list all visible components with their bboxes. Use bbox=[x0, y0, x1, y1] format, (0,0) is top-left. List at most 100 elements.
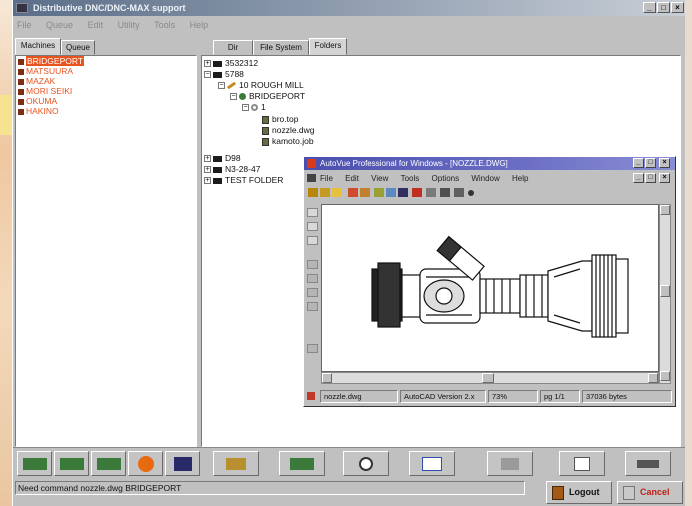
tab-machines[interactable]: Machines bbox=[15, 38, 61, 55]
tree-node[interactable]: kamoto.job bbox=[262, 136, 314, 147]
zoom-window-icon[interactable] bbox=[307, 288, 318, 297]
autovue-menu-options[interactable]: Options bbox=[432, 174, 460, 183]
tab-file-system[interactable]: File System bbox=[253, 40, 309, 55]
scroll-right-button[interactable] bbox=[648, 373, 658, 383]
expand-icon[interactable]: + bbox=[204, 60, 211, 68]
autovue-menu-tools[interactable]: Tools bbox=[401, 174, 420, 183]
close-button[interactable]: × bbox=[671, 2, 684, 13]
menu-queue[interactable]: Queue bbox=[46, 20, 73, 30]
list-item[interactable]: BRIDGEPORT bbox=[16, 56, 196, 66]
tree-node[interactable]: −1 bbox=[242, 102, 266, 113]
tree-node[interactable]: −5788 bbox=[204, 69, 244, 80]
tree-node[interactable]: + TEST FOLDER bbox=[204, 175, 283, 186]
copy-icon[interactable] bbox=[386, 188, 396, 197]
collapse-icon[interactable]: − bbox=[230, 93, 237, 101]
measure-icon[interactable] bbox=[307, 344, 318, 353]
doc-close-button[interactable]: × bbox=[659, 173, 670, 183]
list-item[interactable]: MATSUURA bbox=[16, 66, 196, 76]
scroll-left-button[interactable] bbox=[322, 373, 332, 383]
autovue-menu-view[interactable]: View bbox=[371, 174, 388, 183]
notes-button[interactable] bbox=[559, 451, 605, 476]
tree-node[interactable]: +3532312 bbox=[204, 58, 258, 69]
bottom-toolbar bbox=[13, 447, 685, 478]
scroll-down-button[interactable] bbox=[660, 371, 670, 381]
autovue-menu-help[interactable]: Help bbox=[512, 174, 528, 183]
tab-dir[interactable]: Dir bbox=[213, 40, 253, 55]
view-button[interactable] bbox=[343, 451, 389, 476]
tab-queue[interactable]: Queue bbox=[61, 40, 95, 55]
receive-from-machine-button[interactable] bbox=[54, 451, 89, 476]
drawing-canvas[interactable] bbox=[321, 204, 659, 372]
minimize-button[interactable]: _ bbox=[643, 2, 656, 13]
transfer-button[interactable] bbox=[279, 451, 325, 476]
tab-folders[interactable]: Folders bbox=[309, 38, 347, 55]
zoom-box-icon[interactable] bbox=[307, 302, 318, 311]
open-icon[interactable] bbox=[308, 188, 318, 197]
send-to-machine-button[interactable] bbox=[17, 451, 52, 476]
menu-file[interactable]: File bbox=[17, 20, 32, 30]
delete-icon[interactable] bbox=[398, 188, 408, 197]
zoom-icon[interactable] bbox=[348, 188, 358, 197]
expand-icon[interactable]: + bbox=[204, 155, 211, 163]
list-item[interactable]: HAKINO bbox=[16, 106, 196, 116]
cancel-button[interactable]: Cancel bbox=[617, 481, 683, 504]
autovue-menu-window[interactable]: Window bbox=[471, 174, 499, 183]
properties-icon[interactable] bbox=[454, 188, 464, 197]
scroll-thumb[interactable] bbox=[660, 285, 670, 297]
collapse-icon[interactable]: − bbox=[204, 71, 211, 79]
list-item[interactable]: MORI SEIKI bbox=[16, 86, 196, 96]
tree-node[interactable]: nozzle.dwg bbox=[262, 125, 315, 136]
menu-tools[interactable]: Tools bbox=[154, 20, 175, 30]
tree-node[interactable]: −10 ROUGH MILL bbox=[218, 80, 304, 91]
compare-button[interactable] bbox=[91, 451, 126, 476]
list-item[interactable]: MAZAK bbox=[16, 76, 196, 86]
exit-button[interactable] bbox=[625, 451, 671, 476]
expand-icon[interactable]: + bbox=[204, 166, 211, 174]
approve-button[interactable] bbox=[409, 451, 455, 476]
folder-open-icon[interactable] bbox=[320, 188, 330, 197]
magnifier-icon[interactable] bbox=[307, 330, 318, 339]
tree-node[interactable]: + D98 bbox=[204, 153, 241, 164]
page-tool-icon[interactable] bbox=[307, 260, 318, 269]
list-item[interactable]: OKUMA bbox=[16, 96, 196, 106]
menu-utility[interactable]: Utility bbox=[118, 20, 140, 30]
hscroll-thumb[interactable] bbox=[482, 373, 494, 383]
pan-icon[interactable] bbox=[360, 188, 370, 197]
menu-help[interactable]: Help bbox=[190, 20, 209, 30]
collapse-icon[interactable]: − bbox=[242, 104, 249, 112]
tree-node[interactable]: − BRIDGEPORT bbox=[230, 91, 305, 102]
maximize-button[interactable]: □ bbox=[657, 2, 670, 13]
autovue-minimize-button[interactable]: _ bbox=[633, 158, 644, 168]
print-button[interactable] bbox=[487, 451, 533, 476]
grid-icon[interactable] bbox=[440, 188, 450, 197]
layers-icon[interactable] bbox=[426, 188, 436, 197]
pan-tool-icon[interactable] bbox=[307, 222, 318, 231]
scroll-up-button[interactable] bbox=[660, 205, 670, 215]
zoom-in-icon[interactable] bbox=[307, 316, 318, 325]
monitor-button[interactable] bbox=[165, 451, 200, 476]
print-icon[interactable] bbox=[374, 188, 384, 197]
doc-restore-button[interactable]: □ bbox=[645, 173, 656, 183]
info-icon[interactable] bbox=[468, 190, 474, 196]
autovue-close-button[interactable]: × bbox=[659, 158, 670, 168]
collapse-icon[interactable]: − bbox=[218, 82, 225, 90]
tree-node[interactable]: + N3-28-47 bbox=[204, 164, 260, 175]
autovue-maximize-button[interactable]: □ bbox=[645, 158, 656, 168]
save-icon[interactable] bbox=[332, 188, 342, 197]
fit-tool-icon[interactable] bbox=[307, 274, 318, 283]
vertical-scrollbar[interactable] bbox=[659, 204, 671, 384]
menu-edit[interactable]: Edit bbox=[88, 20, 104, 30]
expand-icon[interactable]: + bbox=[204, 177, 211, 185]
markup-icon[interactable] bbox=[412, 188, 422, 197]
machine-icon bbox=[18, 68, 24, 75]
tree-node[interactable]: bro.top bbox=[262, 114, 298, 125]
autovue-menu-file[interactable]: File bbox=[320, 174, 333, 183]
logout-button[interactable]: Logout bbox=[546, 481, 612, 504]
horizontal-scrollbar[interactable] bbox=[321, 372, 659, 384]
doc-minimize-button[interactable]: _ bbox=[633, 173, 644, 183]
rotate-tool-icon[interactable] bbox=[307, 236, 318, 245]
select-tool-icon[interactable] bbox=[307, 208, 318, 217]
stop-button[interactable] bbox=[128, 451, 163, 476]
autovue-menu-edit[interactable]: Edit bbox=[345, 174, 359, 183]
edit-button[interactable] bbox=[213, 451, 259, 476]
